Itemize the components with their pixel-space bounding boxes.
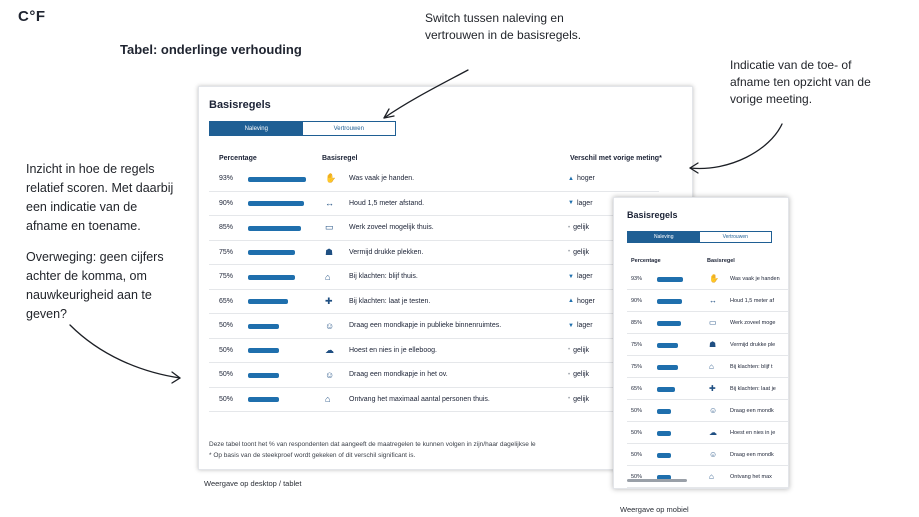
arrow-to-percentages xyxy=(69,324,181,379)
arrow-to-diff-column xyxy=(689,123,783,170)
arrow-to-toggle xyxy=(383,69,469,119)
annotation-arrows xyxy=(69,69,783,384)
